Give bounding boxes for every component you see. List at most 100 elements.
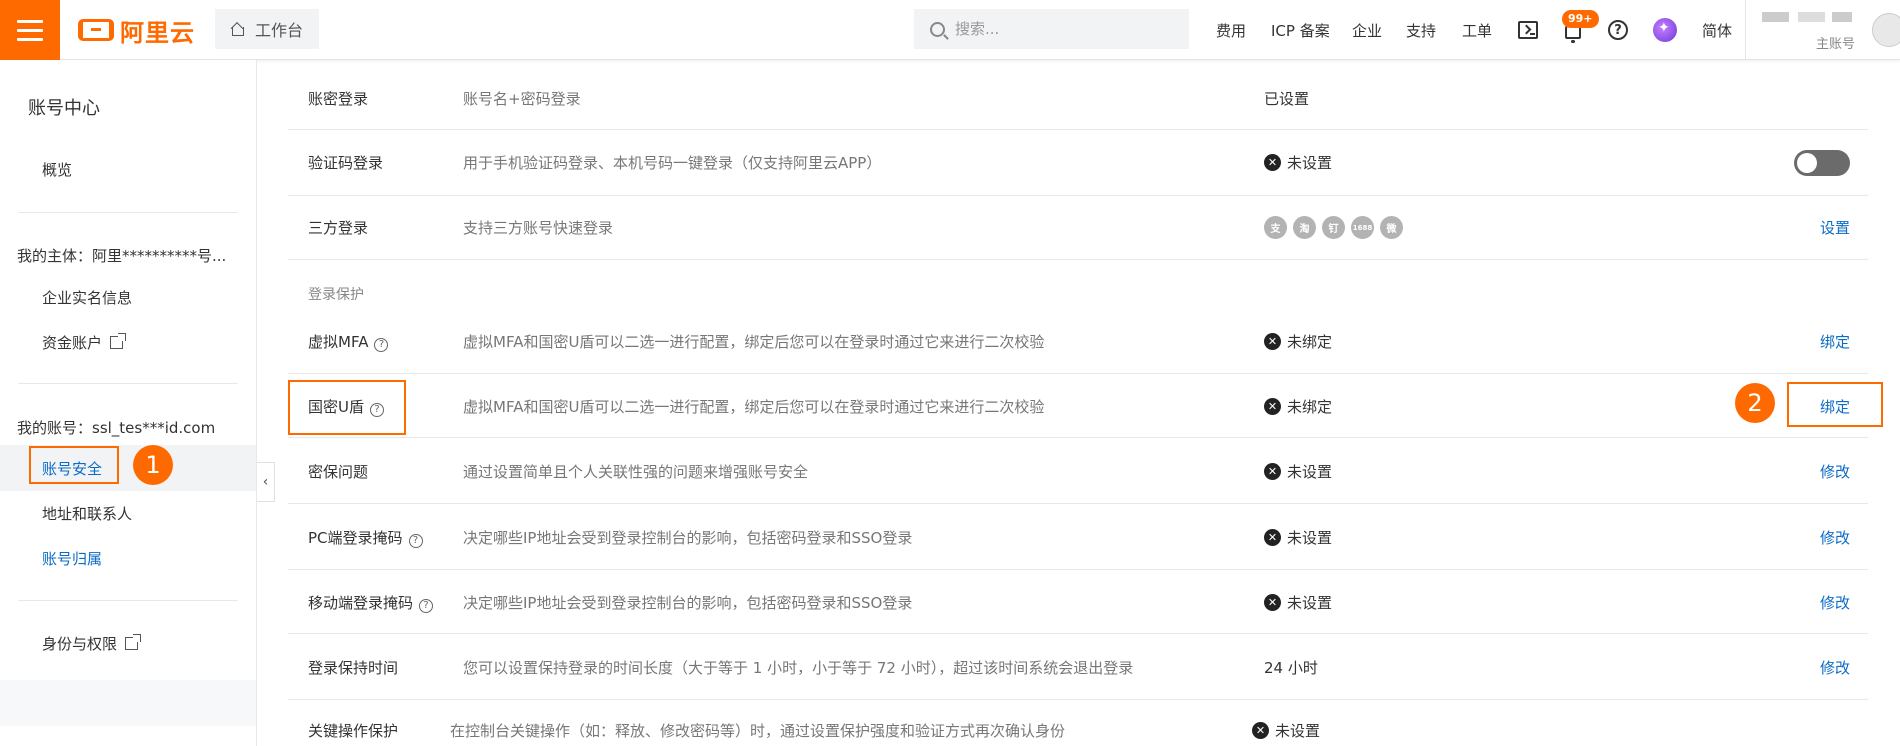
- help-button[interactable]: ?: [1606, 18, 1630, 42]
- status-text: 未绑定: [1287, 333, 1333, 351]
- setting-row-ukey: 国密U盾? 虚拟MFA和国密U盾可以二选一进行配置，绑定后您可以在登录时通过它来…: [288, 374, 1868, 438]
- ai-assistant-button[interactable]: [1653, 18, 1677, 42]
- search-input[interactable]: [955, 20, 1155, 38]
- row-desc: 用于手机验证码登录、本机号码一键登录（仅支持阿里云APP）: [463, 154, 882, 172]
- user-menu[interactable]: 主账号: [1745, 0, 1900, 60]
- modify-session-duration-link[interactable]: 修改: [1820, 657, 1850, 678]
- section-login-protection: 登录保护: [308, 287, 364, 303]
- row-name: 关键操作保护: [308, 722, 399, 740]
- row-status: ✕ 未绑定: [1264, 396, 1332, 417]
- row-name-text: 移动端登录掩码: [308, 594, 414, 612]
- sidebar-item-overview[interactable]: 概览: [42, 159, 72, 180]
- taobao-icon[interactable]: 淘: [1293, 216, 1316, 239]
- row-desc: 决定哪些IP地址会受到登录控制台的影响，包括密码登录和SSO登录: [463, 529, 913, 547]
- nav-tickets[interactable]: 工单: [1462, 0, 1492, 60]
- third-party-setup-link[interactable]: 设置: [1820, 217, 1850, 238]
- sidebar-item-enterprise-info[interactable]: 企业实名信息: [42, 287, 132, 308]
- sidebar-collapse-button[interactable]: ‹: [257, 462, 275, 502]
- setting-row-password-login: 账密登录 账号名+密码登录 已设置: [288, 68, 1868, 130]
- setting-row-session-duration: 登录保持时间 您可以设置保持登录的时间长度（大于等于 1 小时，小于等于 72 …: [288, 634, 1868, 700]
- workbench-label: 工作台: [255, 21, 304, 40]
- row-name: 三方登录: [308, 219, 369, 237]
- setting-row-third-party: 三方登录 支持三方账号快速登录 支 淘 钉 1688 微 设置: [288, 196, 1868, 260]
- external-link-icon: [125, 634, 142, 650]
- user-role: 主账号: [1816, 37, 1856, 52]
- account-label: 我的账号：ssl_tes***id.com: [17, 419, 216, 437]
- row-desc: 支持三方账号快速登录: [463, 219, 614, 237]
- question-icon[interactable]: ?: [419, 599, 434, 613]
- close-circle-icon: ✕: [1264, 333, 1281, 350]
- alipay-icon[interactable]: 支: [1264, 216, 1287, 239]
- row-status: ✕ 未设置: [1264, 527, 1332, 548]
- row-status: ✕ 未设置: [1264, 461, 1332, 482]
- help-icon: ?: [1608, 20, 1628, 40]
- status-text: 未设置: [1287, 463, 1333, 481]
- row-name: 移动端登录掩码?: [308, 592, 434, 613]
- question-icon[interactable]: ?: [408, 534, 423, 548]
- ai-assistant-icon: [1653, 18, 1677, 42]
- nav-enterprise[interactable]: 企业: [1352, 0, 1382, 60]
- sidebar-bottom-bg: [0, 680, 256, 726]
- status-text: 未绑定: [1287, 398, 1333, 416]
- sms-login-toggle[interactable]: [1794, 150, 1850, 176]
- sidebar-item-identity-permission[interactable]: 身份与权限: [42, 633, 142, 654]
- highlight-box-bind: [1787, 382, 1883, 427]
- fund-account-label: 资金账户: [42, 334, 103, 352]
- terminal-icon: [1518, 21, 1538, 39]
- sidebar-divider: [18, 600, 238, 601]
- modify-security-question-link[interactable]: 修改: [1820, 461, 1850, 482]
- modify-pc-mask-link[interactable]: 修改: [1820, 527, 1850, 548]
- row-status: ✕ 未设置: [1264, 152, 1332, 173]
- row-status: ✕ 未绑定: [1264, 331, 1332, 352]
- weibo-icon[interactable]: 微: [1380, 216, 1403, 239]
- close-circle-icon: ✕: [1264, 594, 1281, 611]
- external-link-icon: [110, 333, 127, 349]
- row-name: PC端登录掩码?: [308, 527, 423, 548]
- row-desc: 通过设置简单且个人关联性强的问题来增强账号安全: [463, 463, 809, 481]
- highlight-box-account-security: [29, 446, 119, 484]
- row-desc: 虚拟MFA和国密U盾可以二选一进行配置，绑定后您可以在登录时通过它来进行二次校验: [463, 398, 1045, 416]
- bind-mfa-link[interactable]: 绑定: [1820, 331, 1850, 352]
- row-name: 账密登录: [308, 90, 369, 108]
- row-status: ✕ 未设置: [1252, 720, 1320, 741]
- row-desc: 虚拟MFA和国密U盾可以二选一进行配置，绑定后您可以在登录时通过它来进行二次校验: [463, 333, 1045, 351]
- status-text: 未设置: [1287, 154, 1333, 172]
- status-text: 24 小时: [1264, 659, 1318, 677]
- close-circle-icon: ✕: [1252, 722, 1269, 739]
- hamburger-menu-button[interactable]: [0, 0, 60, 60]
- search-box[interactable]: [914, 9, 1189, 49]
- sidebar-item-address-contacts[interactable]: 地址和联系人: [42, 503, 132, 524]
- setting-row-virtual-mfa: 虚拟MFA? 虚拟MFA和国密U盾可以二选一进行配置，绑定后您可以在登录时通过它…: [288, 308, 1868, 374]
- 1688-icon[interactable]: 1688: [1351, 216, 1374, 239]
- language-switch[interactable]: 简体: [1702, 0, 1732, 60]
- terminal-button[interactable]: [1516, 18, 1540, 42]
- row-name-text: PC端登录掩码: [308, 529, 403, 547]
- step-marker-1: 1: [133, 445, 173, 485]
- sidebar-divider: [18, 212, 238, 213]
- notification-badge: 99+: [1562, 10, 1599, 28]
- social-icons: 支 淘 钉 1688 微: [1264, 216, 1403, 239]
- row-name: 密保问题: [308, 463, 369, 481]
- row-name: 虚拟MFA?: [308, 331, 389, 352]
- close-circle-icon: ✕: [1264, 154, 1281, 171]
- status-text: 已设置: [1264, 90, 1310, 108]
- close-circle-icon: ✕: [1264, 463, 1281, 480]
- question-icon[interactable]: ?: [374, 338, 389, 352]
- step-marker-2: 2: [1735, 383, 1775, 423]
- aliyun-logo[interactable]: 阿里云: [78, 14, 195, 47]
- nav-fees[interactable]: 费用: [1216, 0, 1246, 60]
- sidebar: 账号中心 概览 我的主体：阿里**********号... 企业实名信息 资金账…: [0, 60, 257, 746]
- nav-icp[interactable]: ICP 备案: [1271, 0, 1330, 60]
- setting-row-pc-login-mask: PC端登录掩码? 决定哪些IP地址会受到登录控制台的影响，包括密码登录和SSO登…: [288, 504, 1868, 570]
- dingtalk-icon[interactable]: 钉: [1322, 216, 1345, 239]
- row-desc: 决定哪些IP地址会受到登录控制台的影响，包括密码登录和SSO登录: [463, 594, 913, 612]
- modify-mobile-mask-link[interactable]: 修改: [1820, 592, 1850, 613]
- workbench-button[interactable]: 工作台: [215, 9, 320, 49]
- sidebar-item-fund-account[interactable]: 资金账户: [42, 332, 127, 353]
- sidebar-divider: [18, 383, 238, 384]
- entity-label: 我的主体：阿里**********号...: [17, 247, 227, 265]
- avatar[interactable]: [1872, 13, 1900, 47]
- status-text: 未设置: [1287, 529, 1333, 547]
- nav-support[interactable]: 支持: [1406, 0, 1436, 60]
- sidebar-item-account-owner[interactable]: 账号归属: [42, 548, 102, 569]
